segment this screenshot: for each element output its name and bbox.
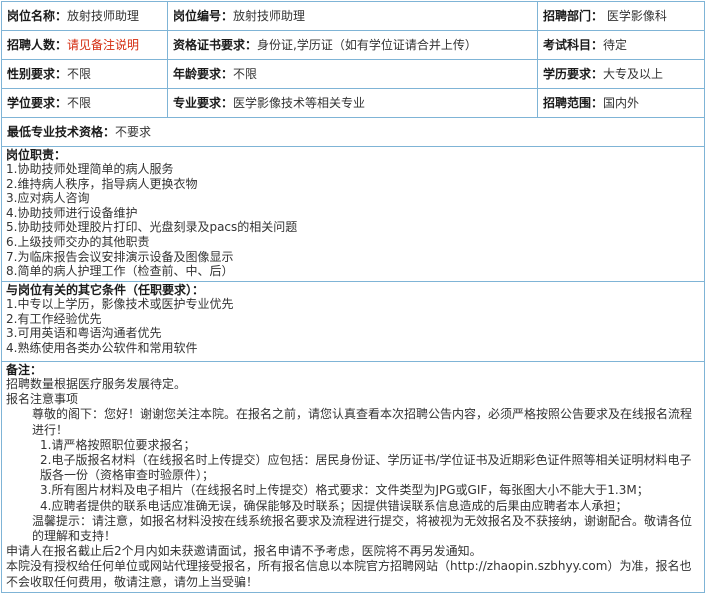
notes-item: 3.所有图片材料及电子相片（在线报名时上传提交）格式要求：文件类型为JPG或GI… (40, 483, 649, 498)
certificate-label: 资格证书要求： (173, 38, 258, 52)
degree-value: 不限 (67, 96, 92, 110)
job-info-table: 岗位名称：放射技师助理 岗位编号：放射技师助理 招聘部门： 医学影像科 招聘人数… (1, 1, 705, 593)
notes-title: 备注： (6, 363, 43, 377)
department-label: 招聘部门： (543, 9, 604, 23)
notes-interview-line: 申请人在报名截止后2个月内如未获邀请面试，报名申请不予考虑，医院将不再另发通知。 (6, 544, 482, 559)
notes-headcount-line: 招聘数量根据医疗服务发展待定。 (6, 377, 187, 391)
notes-item: 2.电子版报名材料（在线报名时上传提交）应包括：居民身份证、学历证书/学位证书及… (40, 453, 692, 483)
condition-item: 2.有工作经验优先 (6, 311, 102, 326)
qualification-label: 最低专业技术资格： (7, 125, 116, 139)
notes-section: 备注： 招聘数量根据医疗服务发展待定。 报名注意事项 尊敬的阁下：您好！谢谢您关… (1, 361, 705, 593)
education-label: 学历要求： (543, 67, 604, 81)
conditions-title: 与岗位有关的其它条件（任职要求）： (6, 283, 205, 297)
job-posting-sheet: 岗位名称：放射技师助理 岗位编号：放射技师助理 招聘部门： 医学影像科 招聘人数… (0, 0, 706, 593)
department-cell: 招聘部门： 医学影像科 (537, 1, 705, 31)
conditions-row: 与岗位有关的其它条件（任职要求）： 1.中专以上学历，影像技术或医护专业优先 2… (1, 281, 705, 362)
degree-cell: 学位要求：不限 (1, 88, 168, 118)
scope-label: 招聘范围： (543, 96, 604, 110)
certificate-cell: 资格证书要求：身份证,学历证（如有学位证请合并上传） (167, 30, 538, 60)
department-value: 医学影像科 (606, 9, 667, 23)
headcount-value: 请见备注说明 (67, 38, 140, 52)
gender-value: 不限 (67, 67, 92, 81)
age-cell: 年龄要求：不限 (167, 59, 538, 89)
duties-row: 岗位职责： 1.协助技师处理简单的病人服务 2.维持病人秩序，指导病人更换衣物 … (1, 146, 705, 282)
major-label: 专业要求： (173, 96, 234, 110)
duty-item: 2.维持病人秩序，指导病人更换衣物 (6, 176, 198, 191)
notes-item: 4.应聘者提供的联系电话应准确无误，确保能够及时联系；因提供错误联系信息造成的后… (40, 498, 628, 513)
gender-label: 性别要求： (7, 67, 68, 81)
headcount-cell: 招聘人数：请见备注说明 (1, 30, 168, 60)
headcount-label: 招聘人数： (7, 38, 68, 52)
degree-label: 学位要求： (7, 96, 68, 110)
condition-item: 3.可用英语和粤语沟通者优先 (6, 326, 162, 341)
duty-item: 7.为临床报告会议安排演示设备及图像显示 (6, 249, 234, 264)
position-name-cell: 岗位名称：放射技师助理 (1, 1, 168, 31)
age-value: 不限 (233, 67, 258, 81)
notes-warning-line: 本院没有授权给任何单位或网站代理接受报名，所有报名信息以本院官方招聘网站（htt… (6, 559, 692, 589)
duty-item: 1.协助技师处理简单的病人服务 (6, 162, 174, 176)
duties-title: 岗位职责： (6, 148, 67, 162)
info-row-2: 招聘人数：请见备注说明 资格证书要求：身份证,学历证（如有学位证请合并上传） 考… (1, 30, 705, 60)
condition-item: 4.熟练使用各类办公软件和常用软件 (6, 340, 198, 355)
duty-item: 8.简单的病人护理工作（检查前、中、后） (6, 264, 234, 279)
scope-cell: 招聘范围：国内外 (537, 88, 705, 118)
position-name-label: 岗位名称： (7, 9, 68, 23)
exam-cell: 考试科目：待定 (537, 30, 705, 60)
notes-greeting-paragraph: 尊敬的阁下：您好！谢谢您关注本院。在报名之前，请您认真查看本次招聘公告内容，必须… (32, 407, 693, 437)
scope-value: 国内外 (603, 96, 640, 110)
duty-item: 3.应对病人咨询 (6, 191, 90, 206)
duty-item: 6.上级技师交办的其他职责 (6, 234, 150, 249)
info-row-1: 岗位名称：放射技师助理 岗位编号：放射技师助理 招聘部门： 医学影像科 (1, 1, 705, 31)
major-value: 医学影像技术等相关专业 (233, 96, 366, 110)
age-label: 年龄要求： (173, 67, 234, 81)
qualification-value: 不要求 (115, 125, 152, 139)
position-code-label: 岗位编号： (173, 9, 234, 23)
position-code-cell: 岗位编号：放射技师助理 (167, 1, 538, 31)
gender-cell: 性别要求：不限 (1, 59, 168, 89)
duty-item: 5.协助技师处理胶片打印、光盘刻录及pacs的相关问题 (6, 220, 298, 235)
position-code-value: 放射技师助理 (233, 9, 306, 23)
duty-item: 4.协助技师进行设备维护 (6, 205, 138, 220)
duties-section: 岗位职责： 1.协助技师处理简单的病人服务 2.维持病人秩序，指导病人更换衣物 … (1, 146, 705, 282)
notes-tip: 温馨提示：请注意，如报名材料没按在线系统报名要求及流程进行提交，将被视为无效报名… (32, 513, 693, 544)
info-row-5: 最低专业技术资格：不要求 (1, 117, 705, 147)
position-name-value: 放射技师助理 (67, 9, 140, 23)
condition-item: 1.中专以上学历，影像技术或医护专业优先 (6, 297, 234, 311)
exam-value: 待定 (603, 38, 628, 52)
exam-label: 考试科目： (543, 38, 604, 52)
education-value: 大专及以上 (603, 67, 664, 81)
major-cell: 专业要求：医学影像技术等相关专业 (167, 88, 538, 118)
certificate-value: 身份证,学历证（如有学位证请合并上传） (257, 38, 477, 52)
qualification-cell: 最低专业技术资格：不要求 (1, 117, 705, 147)
notes-item: 1.请严格按照职位要求报名； (40, 437, 196, 452)
notes-row: 备注： 招聘数量根据医疗服务发展待定。 报名注意事项 尊敬的阁下：您好！谢谢您关… (1, 361, 705, 593)
info-row-3: 性别要求：不限 年龄要求：不限 学历要求：大专及以上 (1, 59, 705, 89)
notes-subtitle: 报名注意事项 (6, 392, 79, 407)
education-cell: 学历要求：大专及以上 (537, 59, 705, 89)
conditions-section: 与岗位有关的其它条件（任职要求）： 1.中专以上学历，影像技术或医护专业优先 2… (1, 281, 705, 362)
info-row-4: 学位要求：不限 专业要求：医学影像技术等相关专业 招聘范围：国内外 (1, 88, 705, 118)
